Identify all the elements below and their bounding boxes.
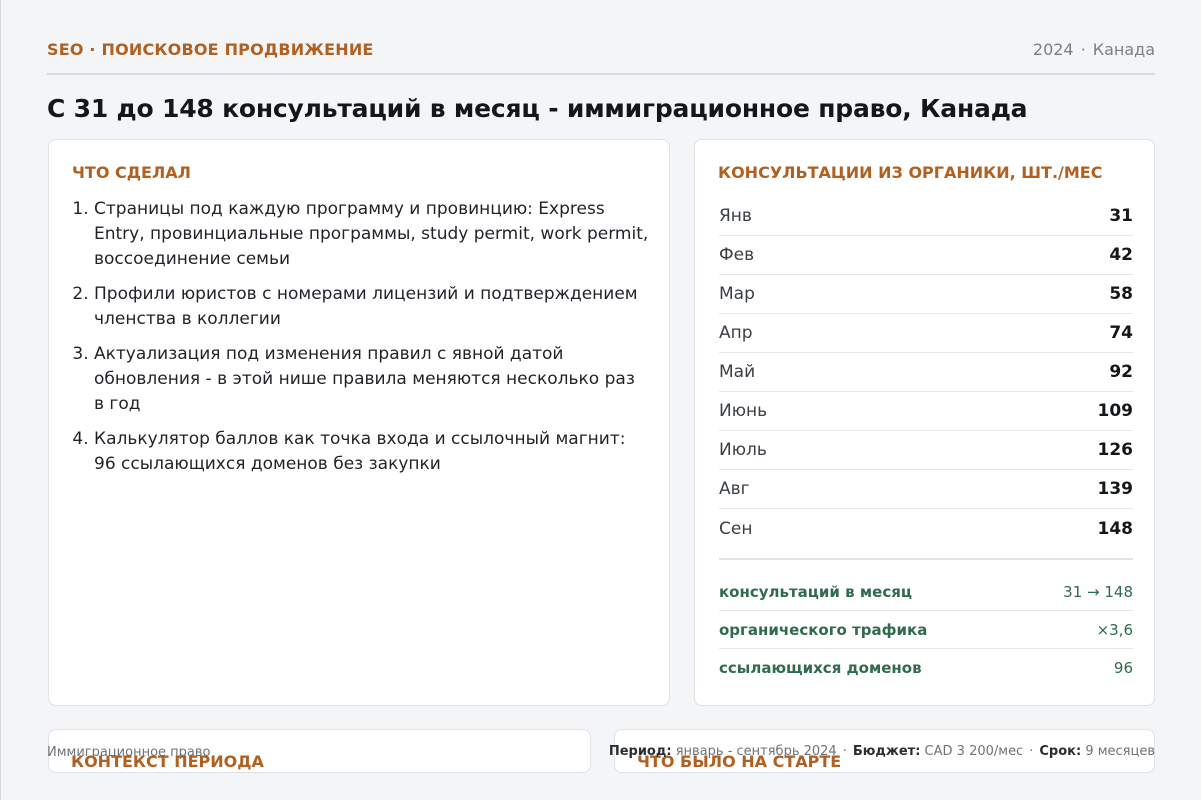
table-row: Апр 74 [719, 314, 1133, 353]
month-value: 42 [1109, 245, 1133, 265]
meta-separator: · [842, 744, 847, 759]
month-value: 31 [1109, 206, 1133, 226]
kpi-label: ссылающихся доменов [719, 659, 922, 677]
term-label: Срок: [1039, 744, 1082, 759]
kpi-label: консультаций в месяц [719, 582, 912, 601]
month-label: Янв [719, 206, 752, 226]
month-label: Апр [719, 323, 753, 343]
month-value: 74 [1109, 323, 1133, 343]
month-label: Сен [719, 518, 753, 539]
month-value: 109 [1097, 401, 1134, 421]
table-row: Янв 31 [719, 197, 1133, 236]
month-label: Мар [719, 284, 755, 304]
kpi-value: 96 [1113, 659, 1133, 677]
month-label: Июнь [719, 401, 768, 421]
header-divider [47, 73, 1155, 75]
month-value: 148 [1097, 518, 1134, 539]
header-meta: 2024 · Канада [1033, 40, 1155, 59]
actions-card: ЧТО СДЕЛАЛ Страницы под каждую программу… [48, 139, 670, 706]
budget-label: Бюджет: [852, 744, 921, 759]
table-row: Фев 42 [719, 236, 1133, 275]
month-value: 92 [1109, 362, 1133, 382]
table-row: Мар 58 [719, 275, 1133, 314]
project-meta: Период: январь - сентябрь 2024 · Бюджет: C… [609, 744, 1155, 759]
kpi-row: консультаций в месяц 31 → 148 [719, 573, 1133, 611]
section-eyebrow: SEO · ПОИСКОВОЕ ПРОДВИЖЕНИЕ [47, 40, 374, 59]
month-label: Май [719, 362, 756, 382]
table-row: Июль 126 [719, 431, 1133, 470]
year-label: 2024 [1032, 40, 1074, 59]
period-value: январь - сентябрь 2024 [675, 744, 837, 759]
list-item: Профили юристов с номерами лицензий и по… [94, 282, 649, 332]
kpi-summary: консультаций в месяц 31 → 148 органическо… [719, 573, 1133, 687]
table-row: Авг 139 [719, 470, 1133, 509]
list-item: Страницы под каждую программу и провинци… [94, 197, 649, 272]
page-title: С 31 до 148 консультаций в месяц - иммиг… [47, 94, 1028, 123]
context-card-title: КОНТЕКСТ ПЕРИОДА [71, 752, 264, 771]
meta-separator: · [1080, 40, 1086, 59]
budget-value: CAD 3 200/мес [924, 744, 1024, 759]
list-item: Калькулятор баллов как точка входа и ссы… [94, 427, 649, 477]
month-label: Июль [719, 440, 767, 460]
kpi-label: органического трафика [719, 620, 928, 639]
term-value: 9 месяцев [1085, 744, 1155, 759]
consultations-card-title: КОНСУЛЬТАЦИИ ИЗ ОРГАНИКИ, ШТ./МЕС [718, 163, 1103, 182]
kpi-row: органического трафика ×3,6 [719, 611, 1133, 649]
table-row: Май 92 [719, 353, 1133, 392]
month-value: 58 [1109, 284, 1133, 304]
month-value: 139 [1097, 479, 1134, 499]
month-label: Авг [719, 479, 750, 499]
kpi-divider [719, 558, 1133, 560]
month-value: 126 [1097, 440, 1134, 460]
kpi-value: ×3,6 [1096, 620, 1133, 639]
month-label: Фев [719, 245, 755, 265]
kpi-row: ссылающихся доменов 96 [719, 649, 1133, 687]
table-row: Сен 148 [719, 509, 1133, 548]
country-label: Канада [1092, 40, 1155, 59]
list-item: Актуализация под изменения правил с явно… [94, 342, 649, 417]
monthly-table: Янв 31 Фев 42 Мар 58 Апр 74 Май 92 Июнь 109 Ию… [719, 197, 1133, 548]
kpi-value: 31 → 148 [1063, 582, 1133, 601]
period-label: Период: [608, 744, 672, 759]
consultations-card: КОНСУЛЬТАЦИИ ИЗ ОРГАНИКИ, ШТ./МЕС Янв 31 … [694, 139, 1155, 706]
actions-card-title: ЧТО СДЕЛАЛ [72, 163, 191, 182]
meta-separator: · [1029, 744, 1034, 759]
table-row: Июнь 109 [719, 392, 1133, 431]
actions-list: Страницы под каждую программу и провинци… [94, 197, 649, 487]
